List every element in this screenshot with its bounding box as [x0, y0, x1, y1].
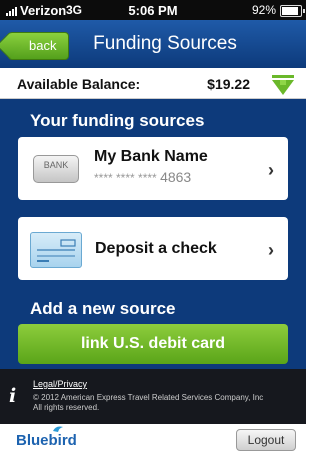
funding-sources-heading: Your funding sources	[30, 111, 205, 130]
bluebird-logo: Bluebird	[16, 432, 77, 449]
chevron-right-icon: ›	[268, 239, 274, 260]
account-masked-prefix: **** **** ****	[94, 171, 157, 185]
add-source-heading: Add a new source	[30, 299, 176, 318]
nav-bar: back Funding Sources	[0, 20, 306, 68]
balance-bar: Available Balance: $19.22	[0, 68, 306, 99]
bank-name: My Bank Name	[94, 148, 208, 165]
balance-amount: $19.22	[207, 76, 250, 92]
battery-icon	[280, 5, 305, 17]
rights-text: All rights reserved.	[33, 403, 100, 412]
bank-account-card[interactable]: BANK My Bank Name **** **** **** 4863 ›	[18, 137, 288, 200]
logout-button[interactable]: Logout	[236, 429, 296, 451]
balance-label: Available Balance:	[17, 76, 141, 92]
back-button[interactable]: back	[8, 32, 70, 60]
chevron-right-icon: ›	[268, 159, 274, 180]
link-debit-card-button[interactable]: link U.S. debit card	[18, 324, 288, 364]
bottom-bar: Bluebird Logout	[0, 424, 306, 454]
copyright-text: © 2012 American Express Travel Related S…	[33, 393, 264, 402]
deposit-check-card[interactable]: Deposit a check ›	[18, 217, 288, 280]
battery-percent: 92%	[251, 3, 276, 17]
balance-expand-arrow-icon[interactable]	[270, 74, 296, 96]
bank-account-number: **** **** **** 4863	[94, 169, 191, 185]
check-icon	[30, 232, 82, 268]
status-bar: Verizon 3G 5:06 PM 92%	[0, 0, 306, 20]
legal-footer: i Legal/Privacy © 2012 American Express …	[0, 369, 306, 424]
content-area: Your funding sources BANK My Bank Name *…	[0, 99, 306, 369]
back-button-label: back	[29, 38, 57, 53]
page-title: Funding Sources	[93, 33, 237, 54]
info-icon: i	[9, 385, 17, 407]
bank-icon: BANK	[33, 155, 79, 183]
legal-privacy-link[interactable]: Legal/Privacy	[33, 379, 87, 389]
deposit-check-label: Deposit a check	[95, 240, 217, 257]
account-last-four: 4863	[160, 169, 192, 185]
